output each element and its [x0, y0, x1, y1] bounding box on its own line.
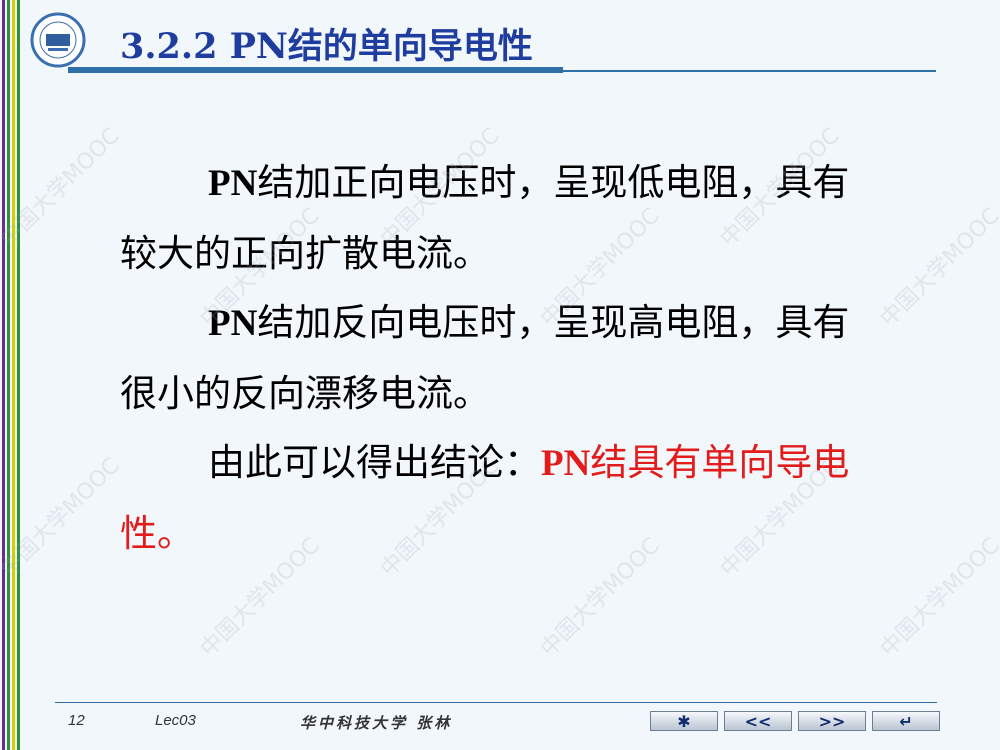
watermark: 中国大学MOOC	[875, 533, 1000, 663]
university-logo	[28, 12, 88, 68]
conclusion-intro: 由此可以得出结论：	[208, 441, 541, 484]
institution-author: 华中科技大学 张林	[300, 714, 453, 732]
footer-rule	[55, 702, 937, 703]
next-button[interactable]: >>	[798, 711, 866, 731]
paragraph-reverse-bias: PN结加反向电压时，呈现高电阻，具有很小的反向漂移电流。	[120, 288, 880, 429]
lecture-label: Lec03	[155, 712, 196, 729]
page-number: 12	[68, 712, 85, 729]
slide-title: 3.2.2 PN结的单向导电性	[120, 26, 533, 67]
home-button[interactable]: ✱	[650, 711, 718, 731]
return-button[interactable]: ↵	[872, 711, 940, 731]
pn-term: PN	[208, 303, 258, 344]
pn-term: PN	[208, 163, 258, 204]
watermark: 中国大学MOOC	[875, 203, 1000, 333]
left-decorative-stripes	[0, 0, 26, 750]
pn-term-red: PN	[541, 443, 591, 484]
paragraph-conclusion: 由此可以得出结论：PN结具有单向导电性。	[120, 428, 880, 569]
paragraph-forward-bias: PN结加正向电压时，呈现低电阻，具有较大的正向扩散电流。	[120, 148, 880, 289]
title-underline-thin	[68, 70, 936, 72]
previous-button[interactable]: <<	[724, 711, 792, 731]
